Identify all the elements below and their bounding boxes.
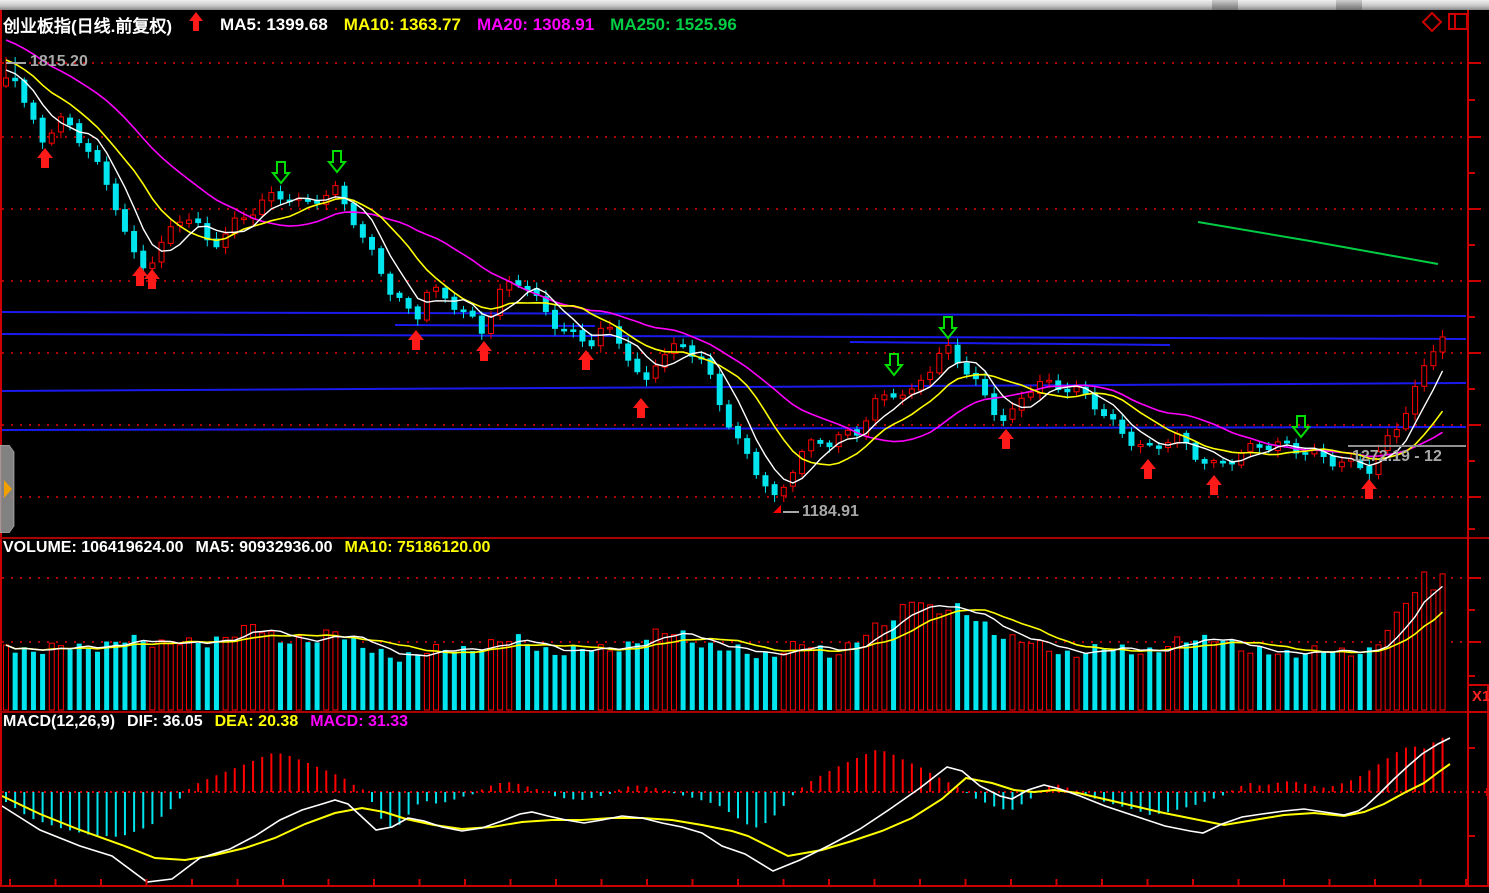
x1-scale-indicator: X1 xyxy=(1472,688,1489,705)
sidebar-slide-handle[interactable] xyxy=(0,445,16,538)
sell-signal-arrow xyxy=(886,354,902,375)
buy-signal-arrow xyxy=(1206,475,1222,495)
buy-signal-arrow xyxy=(998,429,1014,449)
diamond-icon[interactable] xyxy=(1421,11,1443,38)
kline-header: 创业板指(日线.前复权) MA5: 1399.68 MA10: 1363.77 … xyxy=(3,12,737,37)
buy-signal-arrow xyxy=(144,269,160,289)
sell-signal-arrow xyxy=(329,151,345,172)
up-arrow-icon xyxy=(188,12,204,37)
dif-value: DIF: 36.05 xyxy=(127,713,203,731)
signal-markers xyxy=(37,148,1377,499)
ma5-value: MA5: 1399.68 xyxy=(220,15,328,35)
volume-header: VOLUME: 106419624.00 MA5: 90932936.00 MA… xyxy=(3,539,490,557)
buy-signal-arrow xyxy=(132,266,148,286)
volume-ma10-value: MA10: 75186120.00 xyxy=(345,539,491,557)
blue-trend-lines xyxy=(0,312,1466,430)
macd-name: MACD(12,26,9) xyxy=(3,713,115,731)
buy-signal-arrow xyxy=(633,398,649,418)
price-range-label: 1272.19 - 12 xyxy=(1352,448,1489,466)
symbol-title: 创业板指(日线.前复权) xyxy=(3,12,172,37)
volume-value: VOLUME: 106419624.00 xyxy=(3,539,184,557)
volume-ma-lines xyxy=(6,586,1443,656)
ma10-value: MA10: 1363.77 xyxy=(344,15,461,35)
low-price-label: 1184.91 xyxy=(802,503,859,521)
buy-signal-arrow xyxy=(1361,479,1377,499)
ma-lines xyxy=(6,40,1443,483)
buy-signal-arrow xyxy=(1140,459,1156,479)
buy-signal-arrow xyxy=(476,341,492,361)
sell-signal-arrow xyxy=(273,162,289,183)
buy-signal-arrow xyxy=(408,330,424,350)
split-window-icon[interactable] xyxy=(1447,12,1469,36)
volume-ma5-value: MA5: 90932936.00 xyxy=(196,539,333,557)
ma250-value: MA250: 1525.96 xyxy=(610,15,737,35)
price-callouts xyxy=(6,63,1466,513)
high-price-label: 1815.20 xyxy=(30,53,88,71)
chart-canvas[interactable] xyxy=(0,0,1489,893)
buy-signal-arrow xyxy=(37,148,53,168)
macd-lines xyxy=(2,738,1450,882)
candles-group xyxy=(4,57,1446,502)
buy-signal-arrow xyxy=(578,350,594,370)
dea-value: DEA: 20.38 xyxy=(215,713,299,731)
ma20-value: MA20: 1308.91 xyxy=(477,15,594,35)
macd-header: MACD(12,26,9) DIF: 36.05 DEA: 20.38 MACD… xyxy=(3,713,408,731)
macd-value: MACD: 31.33 xyxy=(310,713,408,731)
sell-signal-arrow xyxy=(940,317,956,338)
trading-app-window: 创业板指(日线.前复权) MA5: 1399.68 MA10: 1363.77 … xyxy=(0,0,1489,893)
